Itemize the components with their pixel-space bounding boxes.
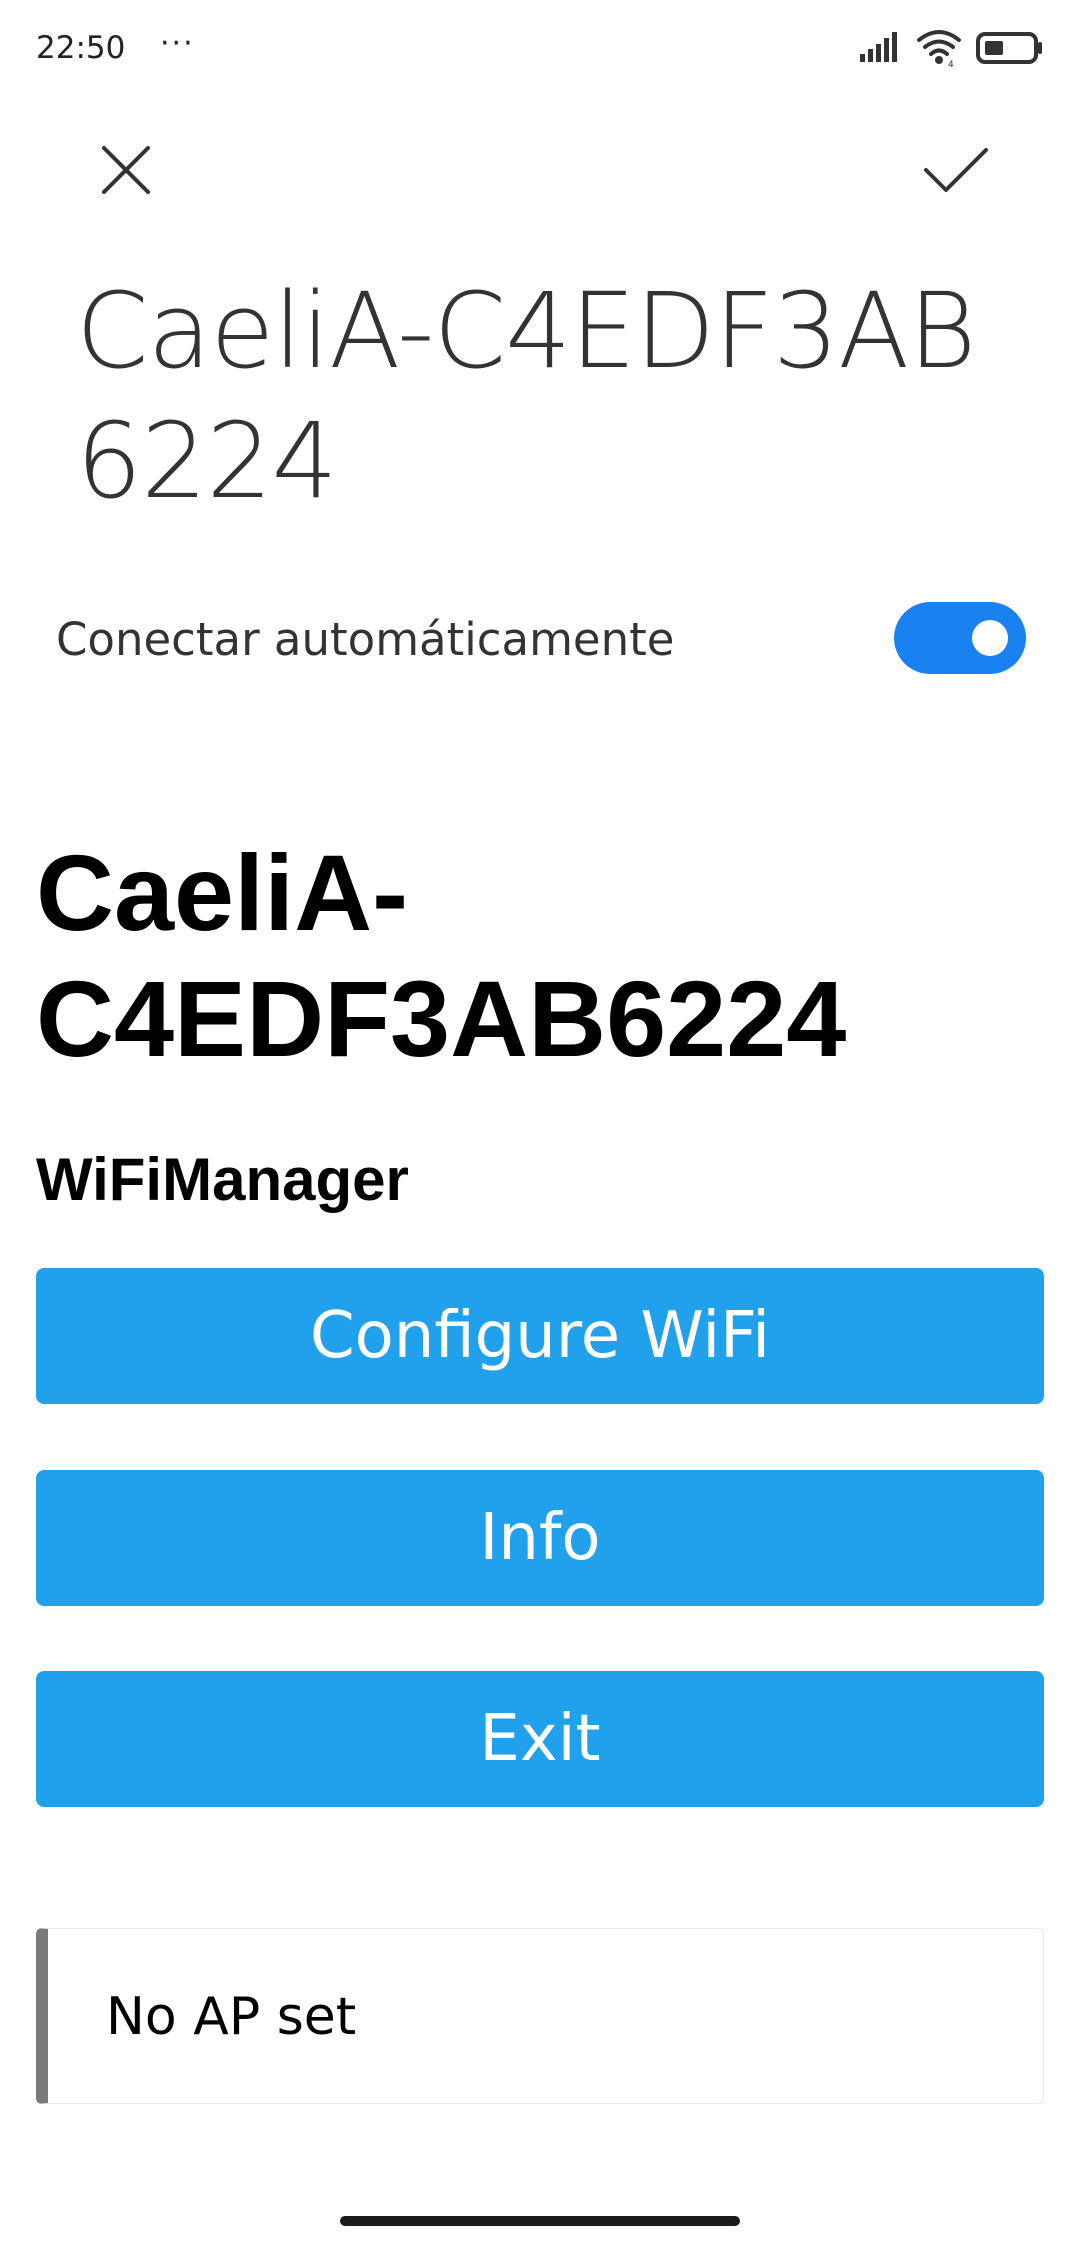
auto-connect-toggle[interactable] (894, 602, 1026, 674)
portal-subtitle: WiFiManager (36, 1146, 409, 1213)
signal-icon (858, 28, 902, 68)
auto-connect-label: Conectar automáticamente (56, 613, 675, 666)
more-notifications-icon: ··· (160, 26, 195, 61)
confirm-button[interactable] (920, 140, 992, 200)
check-icon (924, 148, 988, 192)
status-time: 22:50 (36, 30, 126, 66)
toggle-knob (972, 620, 1008, 656)
info-button[interactable]: Info (36, 1470, 1044, 1606)
svg-text:4: 4 (948, 60, 954, 68)
network-name-title: CaeliA-C4EDF3AB6224 (76, 270, 976, 522)
status-message-box: No AP set (36, 1928, 1044, 2104)
battery-icon (976, 28, 1044, 68)
auto-connect-row[interactable]: Conectar automáticamente (56, 600, 1026, 680)
configure-wifi-button[interactable]: Configure WiFi (36, 1268, 1044, 1404)
status-message: No AP set (106, 1987, 357, 2047)
home-indicator[interactable] (340, 2216, 740, 2226)
close-button[interactable] (96, 140, 156, 200)
portal-title: CaeliA-C4EDF3AB6224 (36, 832, 847, 1079)
exit-button[interactable]: Exit (36, 1671, 1044, 1807)
wifi-icon: 4 (916, 28, 962, 70)
close-icon (102, 146, 150, 194)
